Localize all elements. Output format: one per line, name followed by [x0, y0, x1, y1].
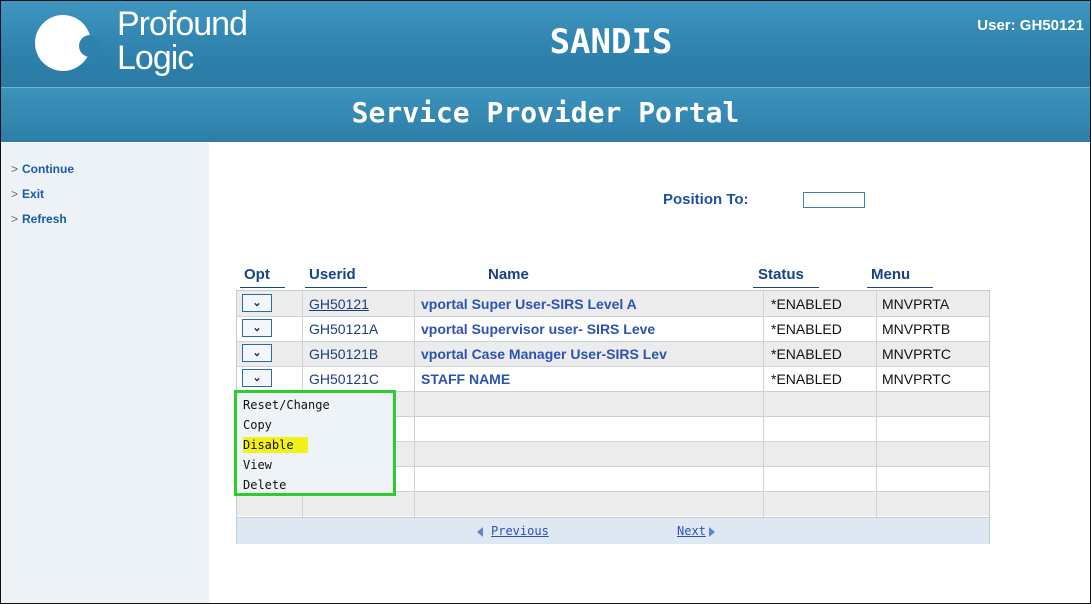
header-underline	[867, 287, 933, 288]
sidebar-item-exit[interactable]: > Exit	[11, 186, 44, 202]
logo-icon-cutout	[79, 35, 101, 57]
logo-text-line1: Profound	[117, 5, 248, 43]
menu-item-disable[interactable]: Disable	[243, 437, 308, 453]
menu-cell: MNVPRTB	[882, 321, 951, 337]
header-underline	[240, 287, 285, 288]
column-header-opt: Opt	[244, 266, 270, 283]
status-cell: *ENABLED	[771, 346, 842, 362]
next-label: Next	[677, 524, 706, 538]
position-to-label: Position To:	[663, 191, 749, 208]
previous-link[interactable]: Previous	[477, 524, 549, 538]
app-title: SANDIS	[549, 22, 673, 62]
menu-cell: MNVPRTC	[882, 371, 951, 387]
user-label: User: GH50121	[977, 17, 1084, 34]
option-select[interactable]: ⌄	[242, 369, 272, 387]
logo-text-line2: Logic	[117, 39, 194, 77]
status-cell: *ENABLED	[771, 321, 842, 337]
chevron-down-icon: ⌄	[252, 322, 262, 334]
header-underline	[753, 287, 819, 288]
userid-cell: GH50121B	[309, 346, 379, 362]
menu-item-copy[interactable]: Copy	[243, 417, 272, 433]
option-select[interactable]: ⌄	[242, 344, 272, 362]
option-select[interactable]: ⌄	[242, 294, 272, 312]
menu-item-view[interactable]: View	[243, 457, 272, 473]
header-underline	[305, 287, 367, 288]
app-window: Profound Logic SANDIS User: GH50121 Serv…	[0, 0, 1091, 604]
sidebar-item-refresh[interactable]: > Refresh	[11, 211, 67, 227]
sidebar-item-label: Exit	[22, 187, 45, 201]
page-title: Service Provider Portal	[351, 96, 740, 129]
position-to-input[interactable]	[803, 192, 865, 208]
menu-cell: MNVPRTA	[882, 296, 950, 312]
chevron-down-icon: ⌄	[252, 347, 262, 359]
name-cell: vportal Case Manager User-SIRS Lev	[421, 346, 667, 362]
userid-cell: GH50121C	[309, 371, 380, 387]
sidebar-item-label: Continue	[22, 162, 75, 176]
sidebar-item-continue[interactable]: > Continue	[11, 161, 74, 177]
arrow-right-icon	[708, 526, 715, 537]
option-select[interactable]: ⌄	[242, 319, 272, 337]
next-link[interactable]: Next	[677, 524, 715, 538]
previous-label: Previous	[491, 524, 549, 538]
status-cell: *ENABLED	[771, 371, 842, 387]
column-header-name: Name	[488, 266, 529, 283]
menu-item-delete[interactable]: Delete	[243, 477, 286, 493]
status-cell: *ENABLED	[771, 296, 842, 312]
name-cell: STAFF NAME	[421, 371, 511, 387]
name-cell: vportal Supervisor user- SIRS Leve	[421, 321, 656, 337]
option-dropdown-menu: Reset/Change Copy Disable View Delete	[234, 390, 396, 496]
chevron-down-icon: ⌄	[252, 372, 262, 384]
chevron-right-icon: >	[11, 212, 19, 226]
sidebar: > Continue > Exit > Refresh	[1, 143, 209, 603]
sidebar-item-label: Refresh	[22, 212, 67, 226]
column-divider	[414, 291, 415, 517]
arrow-left-icon	[477, 526, 483, 537]
menu-item-reset-change[interactable]: Reset/Change	[243, 397, 330, 413]
userid-cell: GH50121A	[309, 321, 379, 337]
column-header-menu: Menu	[871, 266, 911, 283]
chevron-right-icon: >	[11, 162, 19, 176]
chevron-right-icon: >	[11, 187, 19, 201]
pager: Previous Next	[237, 517, 989, 544]
menu-cell: MNVPRTC	[882, 346, 951, 362]
column-header-userid: Userid	[309, 266, 356, 283]
column-divider	[763, 291, 764, 517]
column-header-status: Status	[758, 266, 804, 283]
column-divider	[876, 291, 877, 517]
userid-cell[interactable]: GH50121	[309, 296, 369, 312]
header: Profound Logic SANDIS User: GH50121 Serv…	[1, 1, 1090, 142]
name-cell: vportal Super User-SIRS Level A	[421, 296, 637, 312]
chevron-down-icon: ⌄	[252, 297, 262, 309]
